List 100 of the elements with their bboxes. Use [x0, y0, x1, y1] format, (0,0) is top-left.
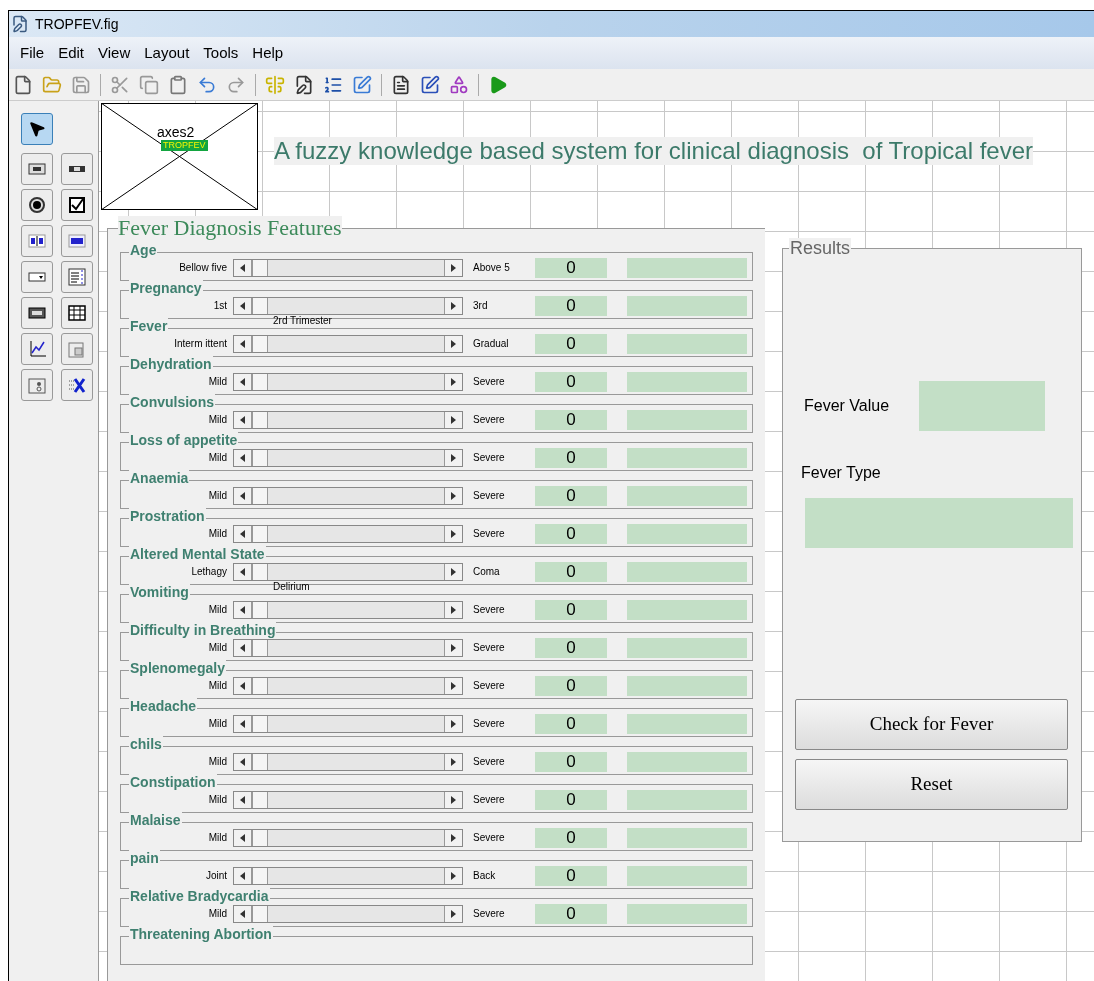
copy-icon[interactable] [139, 74, 159, 95]
left-arrow-button[interactable] [234, 905, 252, 922]
right-arrow-button[interactable] [444, 867, 462, 884]
palette-tool[interactable] [21, 297, 53, 329]
slider[interactable] [233, 562, 463, 581]
cut-icon[interactable] [110, 74, 130, 95]
left-arrow-button[interactable] [234, 639, 252, 656]
slider-thumb[interactable] [252, 487, 268, 504]
slider-thumb[interactable] [252, 259, 268, 276]
right-arrow-button[interactable] [444, 335, 462, 352]
redo-icon[interactable] [226, 74, 246, 95]
shapes-icon[interactable] [449, 74, 469, 95]
action-button[interactable]: Reset [795, 759, 1068, 810]
palette-tool[interactable] [61, 225, 93, 257]
right-arrow-button[interactable] [444, 563, 462, 580]
right-arrow-button[interactable] [444, 677, 462, 694]
menu-item[interactable]: Edit [51, 41, 92, 65]
right-arrow-button[interactable] [444, 297, 462, 314]
slider-thumb[interactable] [252, 525, 268, 542]
slider-thumb[interactable] [252, 601, 268, 618]
open-folder-icon[interactable] [42, 74, 62, 95]
editor-icon[interactable] [294, 74, 314, 95]
right-arrow-button[interactable] [444, 791, 462, 808]
slider-thumb[interactable] [252, 449, 268, 466]
left-arrow-button[interactable] [234, 715, 252, 732]
document-icon[interactable] [391, 74, 411, 95]
right-arrow-button[interactable] [444, 411, 462, 428]
palette-tool[interactable] [21, 189, 53, 221]
right-arrow-button[interactable] [444, 715, 462, 732]
slider[interactable] [233, 296, 463, 315]
left-arrow-button[interactable] [234, 259, 252, 276]
slider[interactable] [233, 676, 463, 695]
slider[interactable] [233, 410, 463, 429]
slider-thumb[interactable] [252, 715, 268, 732]
slider-thumb[interactable] [252, 829, 268, 846]
slider-thumb[interactable] [252, 639, 268, 656]
left-arrow-button[interactable] [234, 297, 252, 314]
palette-tool[interactable] [61, 369, 93, 401]
paste-icon[interactable] [168, 74, 188, 95]
slider[interactable] [233, 752, 463, 771]
slider[interactable] [233, 866, 463, 885]
right-arrow-button[interactable] [444, 259, 462, 276]
right-arrow-button[interactable] [444, 449, 462, 466]
left-arrow-button[interactable] [234, 373, 252, 390]
slider[interactable] [233, 258, 463, 277]
slider-thumb[interactable] [252, 677, 268, 694]
right-arrow-button[interactable] [444, 487, 462, 504]
left-arrow-button[interactable] [234, 677, 252, 694]
slider[interactable] [233, 638, 463, 657]
menu-item[interactable]: File [13, 41, 52, 65]
slider[interactable] [233, 372, 463, 391]
menu-item[interactable]: View [91, 41, 138, 65]
menu-editor-icon[interactable] [352, 74, 372, 95]
left-arrow-button[interactable] [234, 867, 252, 884]
slider[interactable] [233, 904, 463, 923]
right-arrow-button[interactable] [444, 905, 462, 922]
right-arrow-button[interactable] [444, 525, 462, 542]
right-arrow-button[interactable] [444, 373, 462, 390]
left-arrow-button[interactable] [234, 829, 252, 846]
slider[interactable] [233, 334, 463, 353]
left-arrow-button[interactable] [234, 335, 252, 352]
align-icon[interactable] [265, 74, 285, 95]
slider[interactable] [233, 790, 463, 809]
left-arrow-button[interactable] [234, 791, 252, 808]
right-arrow-button[interactable] [444, 753, 462, 770]
slider-thumb[interactable] [252, 905, 268, 922]
left-arrow-button[interactable] [234, 601, 252, 618]
slider[interactable] [233, 448, 463, 467]
slider-thumb[interactable] [252, 791, 268, 808]
left-arrow-button[interactable] [234, 487, 252, 504]
slider[interactable] [233, 524, 463, 543]
slider-thumb[interactable] [252, 753, 268, 770]
menu-item[interactable]: Help [245, 41, 291, 65]
right-arrow-button[interactable] [444, 829, 462, 846]
slider-thumb[interactable] [252, 867, 268, 884]
save-icon[interactable] [71, 74, 91, 95]
slider-thumb[interactable] [252, 335, 268, 352]
palette-tool[interactable] [21, 153, 53, 185]
left-arrow-button[interactable] [234, 525, 252, 542]
left-arrow-button[interactable] [234, 449, 252, 466]
palette-tool[interactable] [61, 297, 93, 329]
slider-thumb[interactable] [252, 373, 268, 390]
slider[interactable] [233, 714, 463, 733]
slider[interactable] [233, 828, 463, 847]
right-arrow-button[interactable] [444, 639, 462, 656]
slider[interactable] [233, 600, 463, 619]
palette-tool[interactable] [61, 189, 93, 221]
menu-item[interactable]: Layout [137, 41, 197, 65]
slider-thumb[interactable] [252, 411, 268, 428]
left-arrow-button[interactable] [234, 411, 252, 428]
edit-icon[interactable] [420, 74, 440, 95]
slider[interactable] [233, 486, 463, 505]
left-arrow-button[interactable] [234, 753, 252, 770]
palette-tool[interactable] [21, 225, 53, 257]
slider-thumb[interactable] [252, 563, 268, 580]
new-file-icon[interactable] [13, 74, 33, 95]
action-button[interactable]: Check for Fever [795, 699, 1068, 750]
undo-icon[interactable] [197, 74, 217, 95]
left-arrow-button[interactable] [234, 563, 252, 580]
slider-thumb[interactable] [252, 297, 268, 314]
